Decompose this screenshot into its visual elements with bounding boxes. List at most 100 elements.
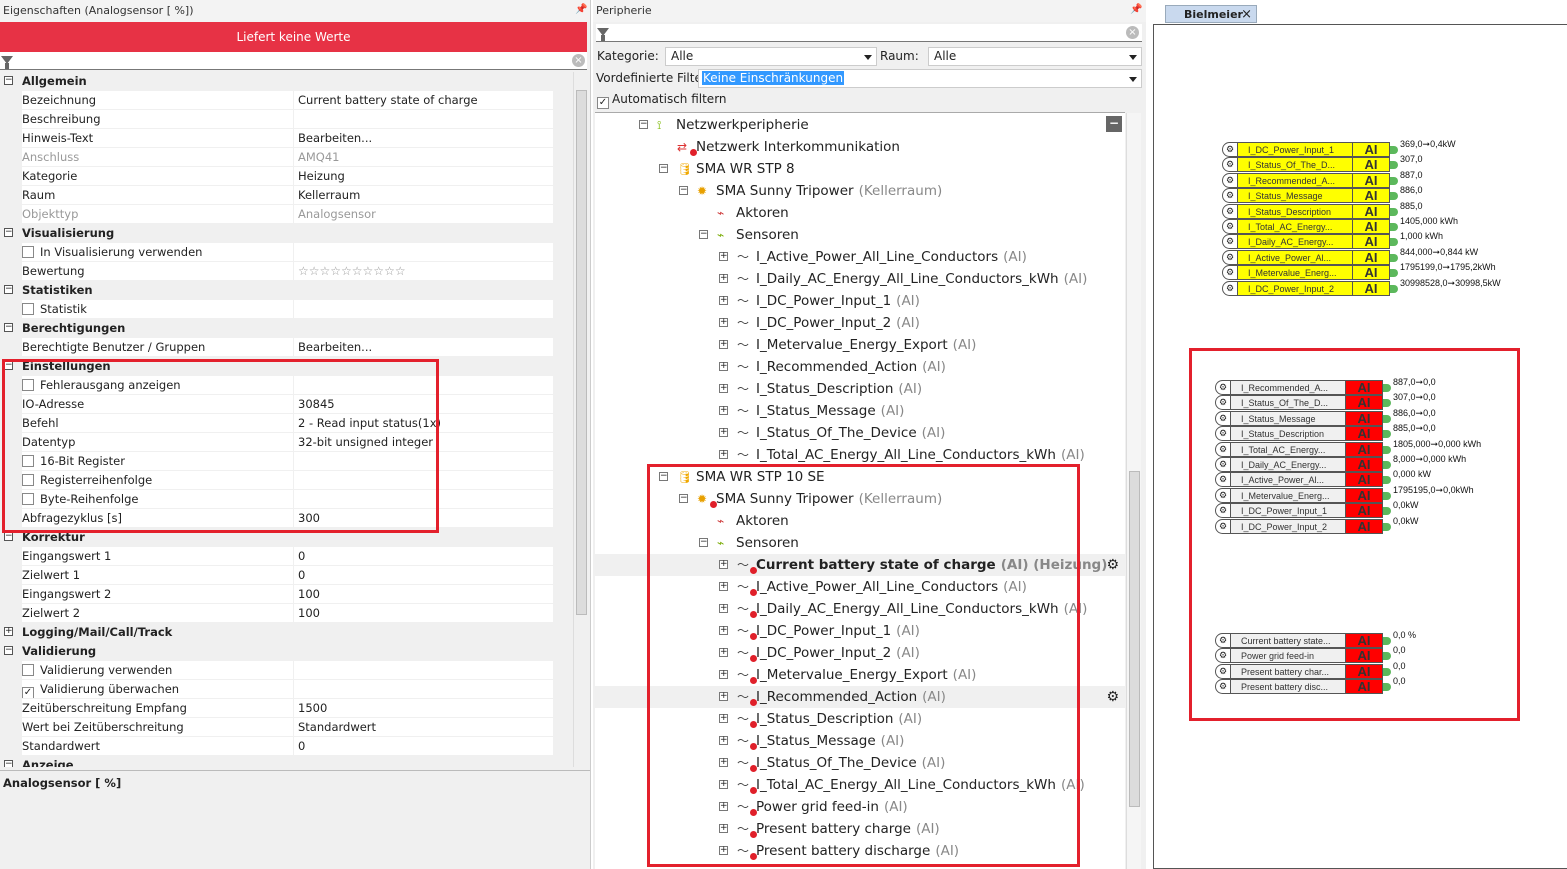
- rating-stars[interactable]: ☆☆☆☆☆☆☆☆☆☆: [294, 262, 553, 280]
- property-row[interactable]: Anschluss AMQ41: [0, 148, 553, 167]
- property-value[interactable]: AMQ41: [294, 148, 553, 166]
- checkbox[interactable]: [22, 664, 34, 676]
- tree-item[interactable]: + 〜 I_DC_Power_Input_2 (AI): [595, 312, 1125, 334]
- output-port-icon[interactable]: [1390, 238, 1398, 247]
- category-row[interactable]: − Berechtigungen: [0, 319, 553, 338]
- output-port-icon[interactable]: [1383, 652, 1391, 661]
- tree-item[interactable]: + 〜 I_Daily_AC_Energy_All_Line_Conductors_…: [595, 268, 1125, 290]
- property-value[interactable]: [294, 110, 553, 128]
- property-row[interactable]: Beschreibung: [0, 110, 553, 129]
- function-block-row[interactable]: ⚙ Current battery state... AI 0,0 %: [1215, 630, 1475, 648]
- gear-icon[interactable]: ⚙: [1215, 426, 1231, 442]
- auto-filter-checkbox[interactable]: ✓ Automatisch filtern: [597, 92, 727, 109]
- collapse-icon[interactable]: −: [699, 230, 708, 239]
- property-row[interactable]: Standardwert 0: [0, 737, 553, 756]
- output-port-icon[interactable]: [1383, 683, 1391, 692]
- function-block-row[interactable]: ⚙ Power grid feed-in AI 0,0: [1215, 645, 1475, 664]
- gear-icon[interactable]: ⚙: [1215, 410, 1231, 426]
- property-value[interactable]: Current battery state of charge: [294, 91, 553, 109]
- gear-icon[interactable]: ⚙: [1215, 472, 1231, 488]
- output-port-icon[interactable]: [1383, 507, 1391, 516]
- gear-icon[interactable]: ⚙: [1222, 234, 1238, 250]
- property-value[interactable]: 100: [294, 585, 553, 603]
- function-block-row[interactable]: ⚙ I_Recommended_A... AI 887,0: [1222, 170, 1482, 188]
- output-port-icon[interactable]: [1390, 161, 1398, 170]
- function-block-row[interactable]: ⚙ I_Status_Message AI 886,0: [1222, 185, 1482, 204]
- property-row[interactable]: Berechtigte Benutzer / Gruppen Bearbeiten…: [0, 338, 553, 357]
- tree-item[interactable]: ⌁ Aktoren: [595, 202, 1125, 224]
- output-port-icon[interactable]: [1383, 384, 1391, 392]
- property-row[interactable]: Eingangswert 2 100: [0, 585, 553, 604]
- function-block-row[interactable]: ⚙ I_Metervalue_Energ... AI 1795195,0➞0,0kWh: [1215, 485, 1475, 503]
- collapse-icon[interactable]: −: [4, 760, 13, 767]
- property-grid-scrollbar[interactable]: [573, 72, 588, 767]
- expand-icon[interactable]: +: [719, 252, 728, 261]
- category-row[interactable]: + Logging/Mail/Call/Track: [0, 623, 553, 642]
- tree-item[interactable]: + 〜 I_Status_Of_The_Device (AI): [595, 422, 1125, 444]
- collapse-icon[interactable]: −: [4, 532, 13, 541]
- property-row[interactable]: ✓ Validierung überwachen: [0, 680, 553, 699]
- tree-item[interactable]: − ⌁ Sensoren: [595, 224, 1125, 246]
- tree-item[interactable]: + 〜 I_Recommended_Action (AI): [595, 356, 1125, 378]
- property-row[interactable]: Kategorie Heizung: [0, 167, 553, 186]
- property-row[interactable]: Bezeichnung Current battery state of char…: [0, 91, 553, 110]
- gear-icon[interactable]: ⚙: [1215, 518, 1231, 534]
- filter-preset-select[interactable]: Keine Einschränkungen: [698, 69, 1142, 88]
- expand-icon[interactable]: +: [719, 274, 728, 283]
- property-value[interactable]: [294, 300, 553, 318]
- gear-icon[interactable]: ⚙: [1215, 503, 1231, 519]
- pin-icon[interactable]: 📌: [1130, 4, 1142, 15]
- function-block-row[interactable]: ⚙ Present battery disc... AI 0,0: [1215, 676, 1475, 695]
- gear-icon[interactable]: ⚙: [1222, 280, 1238, 296]
- output-port-icon[interactable]: [1383, 522, 1391, 531]
- property-row[interactable]: Eingangswert 10: [0, 547, 553, 566]
- function-block-row[interactable]: ⚙ Present battery char... AI 0,0: [1215, 661, 1475, 679]
- gear-icon[interactable]: ⚙: [1215, 487, 1231, 503]
- property-value[interactable]: 0: [294, 547, 553, 565]
- gear-icon[interactable]: ⚙: [1215, 633, 1231, 648]
- property-row[interactable]: In Visualisierung verwenden: [0, 243, 553, 262]
- property-value[interactable]: [294, 661, 553, 679]
- collapse-icon[interactable]: −: [4, 646, 13, 655]
- tree-item[interactable]: + 〜 I_Metervalue_Energy_Export (AI): [595, 334, 1125, 356]
- property-value[interactable]: Bearbeiten...: [294, 129, 553, 147]
- gear-icon[interactable]: ⚙: [1215, 679, 1231, 695]
- collapse-icon[interactable]: −: [4, 228, 13, 237]
- output-port-icon[interactable]: [1390, 223, 1398, 231]
- gear-icon[interactable]: ⚙: [1222, 203, 1238, 219]
- gear-icon[interactable]: ⚙: [1222, 172, 1238, 188]
- expand-icon[interactable]: +: [4, 627, 13, 636]
- property-row[interactable]: Statistik: [0, 300, 553, 319]
- function-block-row[interactable]: ⚙ I_DC_Power_Input_2 AI 0,0kW: [1215, 516, 1475, 534]
- output-port-icon[interactable]: [1383, 461, 1391, 469]
- category-row[interactable]: − Anzeige: [0, 756, 553, 767]
- tree-item[interactable]: + 〜 I_Status_Message (AI): [595, 400, 1125, 422]
- output-port-icon[interactable]: [1383, 399, 1391, 408]
- clear-filter-icon[interactable]: ×: [1126, 26, 1139, 39]
- collapse-icon[interactable]: −: [679, 186, 688, 195]
- output-port-icon[interactable]: [1390, 284, 1398, 293]
- expand-icon[interactable]: +: [719, 450, 728, 459]
- gear-icon[interactable]: ⚙: [1222, 157, 1238, 173]
- function-block-row[interactable]: ⚙ I_DC_Power_Input_1 AI 369,0➞0,4kW: [1222, 139, 1482, 157]
- peripherals-filter-input[interactable]: ×: [596, 24, 1142, 42]
- tree-item[interactable]: − ⟟ Netzwerkperipherie: [595, 114, 1125, 136]
- gear-icon[interactable]: ⚙: [1215, 395, 1231, 411]
- output-port-icon[interactable]: [1383, 414, 1391, 423]
- collapse-icon[interactable]: −: [4, 323, 13, 332]
- gear-icon[interactable]: ⚙: [1215, 648, 1231, 664]
- output-port-icon[interactable]: [1390, 269, 1398, 278]
- property-row[interactable]: Zeitüberschreitung Empfang 1500: [0, 699, 553, 718]
- output-port-icon[interactable]: [1390, 207, 1398, 216]
- collapse-icon[interactable]: −: [4, 285, 13, 294]
- property-value[interactable]: Heizung: [294, 167, 553, 185]
- expand-icon[interactable]: +: [719, 406, 728, 415]
- category-row[interactable]: − Allgemein: [0, 72, 553, 91]
- collapse-icon[interactable]: −: [639, 120, 648, 129]
- tree-item[interactable]: ⇄ Netzwerk Interkommunikation: [595, 136, 1125, 158]
- property-row[interactable]: Wert bei Zeitüberschreitung Standardwert: [0, 718, 553, 737]
- gear-icon[interactable]: ⚙: [1215, 380, 1231, 395]
- expand-icon[interactable]: +: [719, 318, 728, 327]
- property-value[interactable]: [294, 680, 553, 698]
- property-value[interactable]: Kellerraum: [294, 186, 553, 204]
